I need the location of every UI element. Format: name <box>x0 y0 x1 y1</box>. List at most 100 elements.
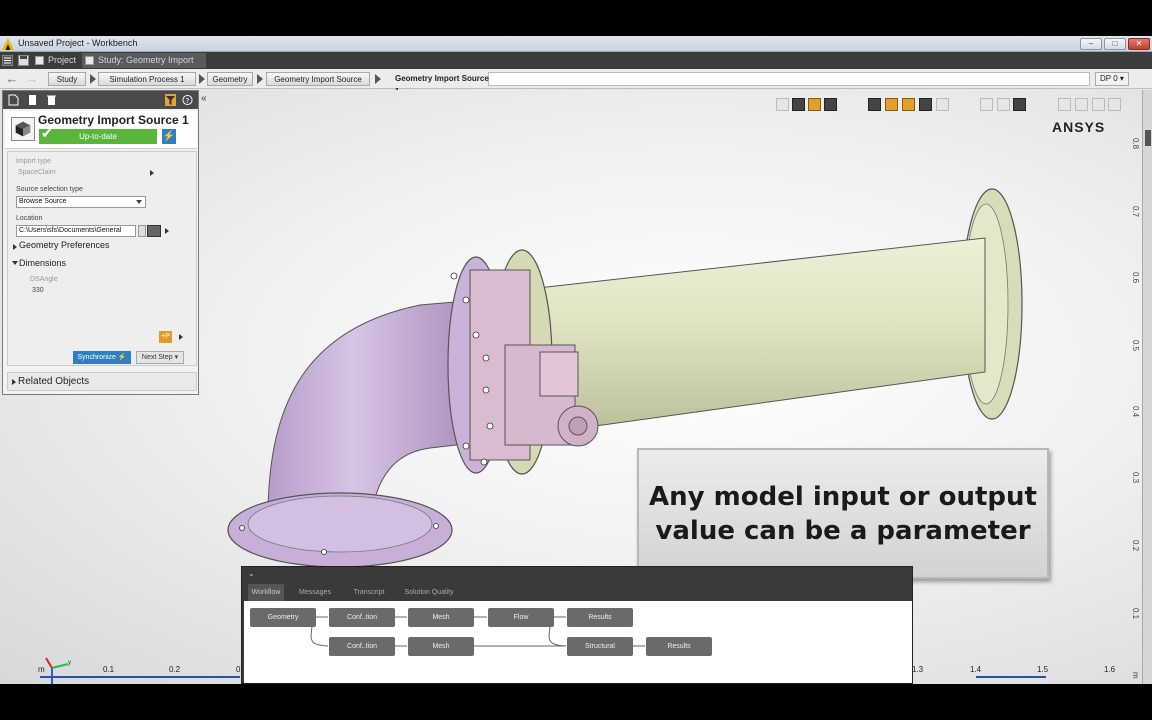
breadcrumb-path-field[interactable] <box>488 72 1090 86</box>
chevron-down-icon <box>136 200 142 204</box>
location-value: C:\Users\sfs\Documents\General <box>19 227 122 234</box>
geometry-preferences-section[interactable]: Geometry Preferences <box>19 240 110 250</box>
workflow-node-flow[interactable]: Flow <box>488 608 554 627</box>
new-icon[interactable] <box>8 94 19 106</box>
svg-text:?: ? <box>185 96 189 105</box>
parameter-callout: Any model input or output value can be a… <box>637 448 1049 579</box>
source-selection-dropdown[interactable]: Browse Source <box>16 196 146 208</box>
related-objects-section[interactable]: Related Objects <box>7 372 197 391</box>
workflow-node-geometry[interactable]: Geometry <box>250 608 316 627</box>
ruler-tick: 0.7 <box>1131 206 1140 218</box>
panel-handle-icon[interactable] <box>1145 130 1151 146</box>
workflow-node-mesh[interactable]: Mesh <box>408 608 474 627</box>
study-tab-icon <box>85 56 94 65</box>
minimize-button[interactable]: – <box>1080 38 1102 50</box>
help-icon[interactable]: ? <box>182 94 193 106</box>
menu-icon[interactable] <box>2 55 13 66</box>
dimensions-section[interactable]: Dimensions <box>19 258 66 268</box>
title-bar: Unsaved Project - Workbench – □ ✕ <box>0 36 1152 52</box>
ruler-tick: 0.1 <box>1131 608 1140 620</box>
axis-tick: 0 <box>236 665 241 674</box>
object-title: Geometry Import Source 1 <box>38 113 189 127</box>
collapse-workflow-icon[interactable]: ⌄ <box>248 569 260 579</box>
workflow-panel: ⌄ Workflow Messages Transcript Solution … <box>241 566 913 684</box>
source-selection-label: Source selection type <box>16 186 83 193</box>
properties-toolbar: ? « <box>3 91 207 109</box>
synchronize-label: Synchronize <box>77 354 116 361</box>
synchronize-button[interactable]: Synchronize ⚡ <box>73 351 131 364</box>
filter-icon[interactable] <box>165 94 176 106</box>
crumb-separator-icon <box>90 74 96 84</box>
tab-transcript[interactable]: Transcript <box>346 584 392 601</box>
crumb-separator-icon <box>257 74 263 84</box>
tab-messages[interactable]: Messages <box>294 584 336 601</box>
tab-study[interactable]: Study: Geometry Import S... <box>82 53 206 80</box>
param-menu-arrow-icon[interactable] <box>179 334 183 340</box>
breadcrumb: ← → Study Simulation Process 1 Geometry … <box>0 69 1152 96</box>
ruler-tick: 0.8 <box>1131 138 1140 150</box>
right-side-panel-toggle[interactable] <box>1142 90 1152 684</box>
location-input[interactable]: C:\Users\sfs\Documents\General <box>16 225 136 237</box>
update-bolt-icon[interactable]: ⚡ <box>162 129 176 144</box>
object-header: Geometry Import Source 1 ✔ Up-to-date ⚡ <box>5 111 197 149</box>
crumb-current: Geometry Import Source 1 <box>395 74 489 96</box>
browse-button[interactable] <box>147 225 161 237</box>
crumb-study[interactable]: Study <box>48 72 86 86</box>
copy-icon[interactable] <box>27 94 38 106</box>
section-expand-icon <box>12 379 16 385</box>
tab-bar: Project Study: Geometry Import S... <box>0 52 1152 80</box>
crumb-separator-icon <box>375 74 381 84</box>
workflow-node-mesh-2[interactable]: Mesh <box>408 637 474 656</box>
next-step-button[interactable]: Next Step ▾ <box>136 351 184 364</box>
tab-workflow[interactable]: Workflow <box>248 584 284 601</box>
axis-tick: 1.3 <box>912 665 924 674</box>
delete-icon[interactable] <box>46 94 57 106</box>
workflow-node-results[interactable]: Results <box>567 608 633 627</box>
geometry-cube-icon <box>11 117 35 141</box>
back-arrow-icon[interactable]: ← <box>5 72 19 86</box>
window-title: Unsaved Project - Workbench <box>18 38 138 48</box>
axis-tick: 0.1 <box>103 665 115 674</box>
vertical-ruler: 0.8 0.7 0.6 0.5 0.4 0.3 0.2 0.1 m <box>1128 90 1142 684</box>
screen: Unsaved Project - Workbench – □ ✕ Projec… <box>0 0 1152 720</box>
ruler-tick: 0.4 <box>1131 406 1140 418</box>
ansys-logo-icon <box>2 38 14 50</box>
ruler-tick: 0.5 <box>1131 340 1140 352</box>
axis-unit: m <box>38 665 45 674</box>
tab-project[interactable]: Project <box>32 53 78 68</box>
forward-arrow-icon[interactable]: → <box>25 72 39 86</box>
import-type-label: Import type <box>16 158 52 165</box>
properties-panel: ? « Geometry Import Source 1 ✔ Up-to-date… <box>2 90 207 395</box>
crumb-geometry-import-source[interactable]: Geometry Import Source <box>266 72 370 86</box>
workflow-node-results-2[interactable]: Results <box>646 637 712 656</box>
axis-tick: 0.2 <box>169 665 181 674</box>
axis-scale-bar <box>40 676 240 678</box>
tab-project-label: Project <box>48 55 77 65</box>
maximize-button[interactable]: □ <box>1104 38 1126 50</box>
callout-line-2: value can be a parameter <box>655 516 1031 546</box>
axis-tick: 1.4 <box>970 665 982 674</box>
parameterize-icon[interactable]: +P <box>159 331 172 343</box>
crumb-separator-icon <box>199 74 205 84</box>
workflow-node-configuration-2[interactable]: Conf..tion <box>329 637 395 656</box>
expand-arrow-icon[interactable] <box>150 170 154 176</box>
collapse-panel-icon[interactable]: « <box>201 93 207 104</box>
section-expand-icon[interactable] <box>13 244 17 250</box>
status-text: Up-to-date <box>79 132 117 141</box>
workflow-diagram: Geometry Conf..tion Mesh Flow Results Co… <box>244 601 912 683</box>
expand-arrow-icon[interactable] <box>165 228 169 234</box>
tab-solution-quality[interactable]: Solution Quality <box>400 584 458 601</box>
crumb-geometry[interactable]: Geometry <box>207 72 253 86</box>
lightning-icon: ⚡ <box>117 354 127 361</box>
workflow-node-configuration[interactable]: Conf..tion <box>329 608 395 627</box>
design-point-select[interactable]: DP 0 ▾ <box>1095 72 1129 86</box>
ruler-tick: 0.6 <box>1131 272 1140 284</box>
section-collapse-icon[interactable] <box>12 261 18 265</box>
save-icon[interactable] <box>18 55 29 66</box>
workflow-node-structural[interactable]: Structural <box>567 637 633 656</box>
dimension-value[interactable]: 330 <box>32 287 44 294</box>
callout-line-1: Any model input or output <box>649 482 1037 512</box>
location-list-icon[interactable] <box>138 225 146 237</box>
crumb-simulation-process[interactable]: Simulation Process 1 <box>98 72 196 86</box>
close-button[interactable]: ✕ <box>1128 38 1150 50</box>
